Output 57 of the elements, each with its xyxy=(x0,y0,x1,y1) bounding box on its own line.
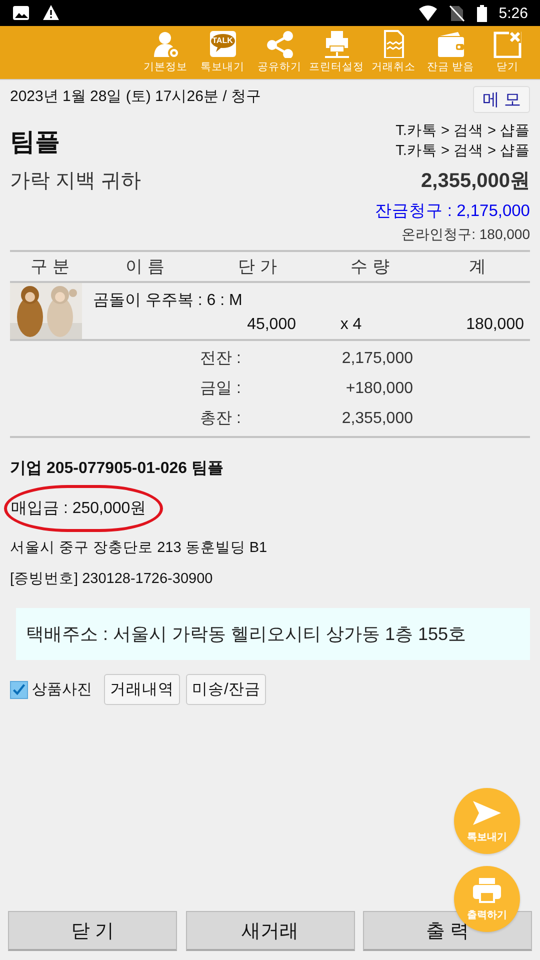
purchase-amount: 매입금 : 250,000원 xyxy=(11,499,146,519)
quantity: x 4 xyxy=(339,316,363,334)
clock-time: 5:26 xyxy=(498,4,528,22)
shop-name: 팀플 xyxy=(10,126,60,158)
toolbar-button[interactable]: 프린터설정 xyxy=(308,30,365,74)
checkbox-label: 상품사진 xyxy=(32,680,92,699)
unit-price: 45,000 xyxy=(246,316,296,334)
product-name: 곰돌이 우주복 : 6 : M xyxy=(92,291,244,311)
toolbar-button[interactable]: 잔금 받음 xyxy=(422,30,479,74)
summary-value: 2,175,000 xyxy=(340,349,413,369)
column-header: 이 름 xyxy=(124,256,166,278)
photo-checkbox[interactable] xyxy=(10,680,28,698)
send-icon xyxy=(471,798,503,826)
toolbar-button[interactable]: TALK 톡보내기 xyxy=(194,30,251,74)
icon-label: TALK xyxy=(211,36,234,46)
image-notification-icon xyxy=(12,4,30,22)
close-icon xyxy=(492,30,522,58)
column-header: 단 가 xyxy=(237,256,278,278)
no-sim-icon xyxy=(448,4,465,22)
summary-value: +180,000 xyxy=(344,379,413,399)
wifi-icon xyxy=(418,5,437,21)
toolbar-button[interactable]: 공유하기 xyxy=(251,30,308,74)
customer-name: 가락 지백 귀하 xyxy=(10,169,142,194)
total-amount: 2,355,000원 xyxy=(421,169,530,194)
wallet-icon xyxy=(436,30,466,58)
search-path: T.카톡 > 검색 > 샵플 xyxy=(396,142,530,161)
delivery-address: 택배주소 : 서울시 가락동 헬리오시티 상가동 1층 155호 xyxy=(16,608,530,660)
line-total: 180,000 xyxy=(465,316,525,334)
chat-bubble-icon xyxy=(208,30,238,58)
balance-request: 잔금청구 : 2,175,000 xyxy=(374,202,530,220)
toolbar-button[interactable]: 닫기 xyxy=(479,30,536,74)
summary-label: 금일 : xyxy=(200,379,242,399)
option-button[interactable]: 거래내역 xyxy=(104,674,180,705)
check-icon xyxy=(12,682,26,696)
toolbar-button[interactable]: 거래취소 xyxy=(365,30,422,74)
online-request: 온라인청구: 180,000 xyxy=(402,226,530,242)
column-header: 계 xyxy=(468,256,487,278)
summary-label: 전잔 : xyxy=(200,349,242,369)
battery-icon xyxy=(476,4,487,22)
printer-icon xyxy=(471,876,503,904)
column-header: 수 량 xyxy=(350,256,390,278)
share-icon xyxy=(264,30,294,58)
toolbar-button[interactable]: 기본정보 xyxy=(137,30,194,74)
option-button[interactable]: 미송/잔금 xyxy=(186,674,266,705)
summary-label: 총잔 : xyxy=(200,409,242,429)
shop-address: 서울시 중구 장충단로 213 동훈빌딩 B1 xyxy=(10,539,268,558)
memo-button[interactable]: 메 모 xyxy=(473,86,530,113)
warning-icon xyxy=(42,4,60,22)
floating-action-button[interactable]: 톡보내기 xyxy=(454,788,520,854)
summary-value: 2,355,000 xyxy=(340,409,413,429)
bank-account: 기업 205-077905-01-026 팀플 xyxy=(10,459,224,479)
bottom-button[interactable]: 새거래 xyxy=(186,911,354,951)
receipt-number: [증빙번호] 230128-1726-30900 xyxy=(10,570,213,589)
transaction-datetime: 2023년 1월 28일 (토) 17시26분 / 청구 xyxy=(10,87,261,106)
search-path: T.카톡 > 검색 > 샵플 xyxy=(396,122,530,141)
bottom-button[interactable]: 닫 기 xyxy=(8,911,177,951)
column-header: 구 분 xyxy=(30,256,70,278)
